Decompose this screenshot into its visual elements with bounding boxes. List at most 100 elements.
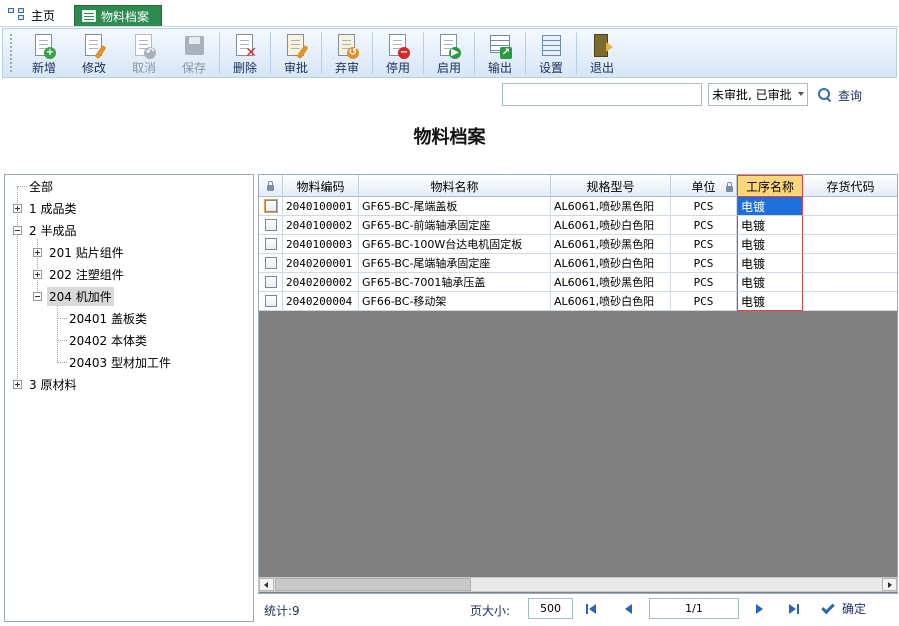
expand-icon[interactable] — [13, 379, 22, 389]
column-header-code[interactable]: 物料编码 — [283, 175, 359, 197]
cell-inventory-code[interactable] — [803, 254, 897, 273]
tree-node-20401[interactable]: 20401 盖板类 — [67, 308, 149, 328]
page-size-input[interactable] — [528, 598, 573, 619]
cell-inventory-code[interactable] — [803, 197, 897, 216]
cancel-button[interactable]: ↶ 取消 — [119, 29, 169, 77]
exit-button[interactable]: 退出 — [577, 29, 627, 77]
cell-unit[interactable]: PCS — [671, 197, 737, 216]
cell-code[interactable]: 2040200001 — [283, 254, 359, 273]
prev-page-button[interactable] — [624, 603, 636, 615]
export-button[interactable]: ↗ 输出 — [475, 29, 525, 77]
cell-unit[interactable]: PCS — [671, 292, 737, 311]
settings-button[interactable]: 设置 — [526, 29, 576, 77]
query-button[interactable]: 查询 — [818, 85, 862, 105]
scrollbar-thumb[interactable] — [275, 578, 471, 591]
cell-code[interactable]: 2040100003 — [283, 235, 359, 254]
search-input[interactable] — [502, 83, 702, 106]
cell-process[interactable]: 电镀 — [737, 197, 803, 216]
row-checkbox-cell[interactable] — [259, 254, 283, 273]
first-page-button[interactable] — [586, 603, 598, 615]
cell-process[interactable]: 电镀 — [737, 292, 803, 311]
scroll-right-icon[interactable] — [882, 578, 897, 591]
column-header-process[interactable]: 工序名称 — [737, 175, 803, 197]
table-row[interactable]: 2040200002 GF65-BC-7001轴承压盖 AL6061,喷砂黑色阳… — [259, 273, 897, 292]
table-row[interactable]: 2040200001 GF65-BC-尾端轴承固定座 AL6061,喷砂白色阳 … — [259, 254, 897, 273]
cell-unit[interactable]: PCS — [671, 273, 737, 292]
row-checkbox[interactable] — [263, 199, 278, 213]
tree-node-20403[interactable]: 20403 型材加工件 — [67, 352, 173, 372]
cell-spec[interactable]: AL6061,喷砂黑色阳 — [551, 197, 671, 216]
cell-process[interactable]: 电镀 — [737, 235, 803, 254]
row-checkbox[interactable] — [264, 276, 277, 288]
cell-inventory-code[interactable] — [803, 273, 897, 292]
table-row[interactable]: 2040200004 GF66-BC-移动架 AL6061,喷砂白色阳 PCS … — [259, 292, 897, 311]
cell-inventory-code[interactable] — [803, 235, 897, 254]
column-header-spec[interactable]: 规格型号 — [551, 175, 671, 197]
last-page-button[interactable] — [789, 603, 801, 615]
table-row[interactable]: 2040100001 GF65-BC-尾端盖板 AL6061,喷砂黑色阳 PCS… — [259, 197, 897, 216]
collapse-icon[interactable] — [13, 225, 22, 235]
row-checkbox-cell[interactable] — [259, 292, 283, 311]
edit-button[interactable]: 修改 — [69, 29, 119, 77]
cell-code[interactable]: 2040200004 — [283, 292, 359, 311]
cell-unit[interactable]: PCS — [671, 254, 737, 273]
category-tree[interactable]: 全部 1 成品类 2 半成品 201 贴片组件 202 注塑组件 204 机加件… — [4, 174, 254, 622]
tree-node-semi-finished[interactable]: 2 半成品 — [13, 220, 78, 240]
cell-inventory-code[interactable] — [803, 292, 897, 311]
row-checkbox[interactable] — [264, 257, 277, 269]
cell-name[interactable]: GF65-BC-前端轴承固定座 — [359, 216, 551, 235]
save-button[interactable]: 保存 — [169, 29, 219, 77]
cell-spec[interactable]: AL6061,喷砂黑色阳 — [551, 273, 671, 292]
row-checkbox-cell[interactable] — [259, 235, 283, 254]
material-grid[interactable]: 物料编码 物料名称 规格型号 单位 工序名称 存货代码 2040100001 G… — [258, 174, 898, 594]
cell-name[interactable]: GF66-BC-移动架 — [359, 292, 551, 311]
tree-node-finished[interactable]: 1 成品类 — [13, 198, 78, 218]
collapse-icon[interactable] — [33, 291, 42, 301]
cell-process[interactable]: 电镀 — [737, 216, 803, 235]
page-number-input[interactable] — [649, 598, 739, 619]
row-checkbox-cell[interactable] — [259, 216, 283, 235]
unapprove-button[interactable]: ↺ 弃审 — [322, 29, 372, 77]
tree-node-20402[interactable]: 20402 本体类 — [67, 330, 149, 350]
cell-spec[interactable]: AL6061,喷砂白色阳 — [551, 216, 671, 235]
row-checkbox[interactable] — [264, 219, 277, 231]
add-button[interactable]: + 新增 — [19, 29, 69, 77]
cell-name[interactable]: GF65-BC-7001轴承压盖 — [359, 273, 551, 292]
disable-button[interactable]: − 停用 — [373, 29, 423, 77]
cell-spec[interactable]: AL6061,喷砂黑色阳 — [551, 235, 671, 254]
tree-node-204[interactable]: 204 机加件 — [33, 286, 114, 306]
table-row[interactable]: 2040100002 GF65-BC-前端轴承固定座 AL6061,喷砂白色阳 … — [259, 216, 897, 235]
cell-inventory-code[interactable] — [803, 216, 897, 235]
cell-unit[interactable]: PCS — [671, 235, 737, 254]
row-checkbox-cell[interactable] — [259, 273, 283, 292]
cell-process[interactable]: 电镀 — [737, 273, 803, 292]
cell-spec[interactable]: AL6061,喷砂白色阳 — [551, 292, 671, 311]
column-header-inventory-code[interactable]: 存货代码 — [803, 175, 897, 197]
tree-node-201[interactable]: 201 贴片组件 — [33, 242, 126, 262]
table-row[interactable]: 2040100003 GF65-BC-100W台达电机固定板 AL6061,喷砂… — [259, 235, 897, 254]
row-checkbox[interactable] — [264, 238, 277, 250]
tree-node-202[interactable]: 202 注塑组件 — [33, 264, 126, 284]
tree-node-raw-materials[interactable]: 3 原材料 — [13, 374, 78, 394]
column-header-unit[interactable]: 单位 — [671, 175, 737, 197]
tab-material-archive[interactable]: 物料档案 — [74, 5, 162, 26]
cell-unit[interactable]: PCS — [671, 216, 737, 235]
cell-name[interactable]: GF65-BC-100W台达电机固定板 — [359, 235, 551, 254]
scroll-left-icon[interactable] — [259, 578, 274, 591]
lock-column-header[interactable] — [259, 175, 283, 197]
expand-icon[interactable] — [33, 269, 42, 279]
next-page-button[interactable] — [754, 603, 766, 615]
cell-process[interactable]: 电镀 — [737, 254, 803, 273]
enable-button[interactable]: ▶ 启用 — [424, 29, 474, 77]
cell-name[interactable]: GF65-BC-尾端轴承固定座 — [359, 254, 551, 273]
row-checkbox-cell[interactable] — [259, 197, 283, 216]
cell-code[interactable]: 2040100002 — [283, 216, 359, 235]
approval-status-select[interactable]: 未审批, 已审批 — [708, 83, 808, 106]
cell-code[interactable]: 2040200002 — [283, 273, 359, 292]
cell-code[interactable]: 2040100001 — [283, 197, 359, 216]
tree-node-all[interactable]: 全部 — [27, 176, 55, 196]
horizontal-scrollbar[interactable] — [258, 577, 898, 592]
row-checkbox[interactable] — [264, 295, 277, 307]
cell-name[interactable]: GF65-BC-尾端盖板 — [359, 197, 551, 216]
tab-home[interactable]: 主页 — [8, 5, 55, 25]
